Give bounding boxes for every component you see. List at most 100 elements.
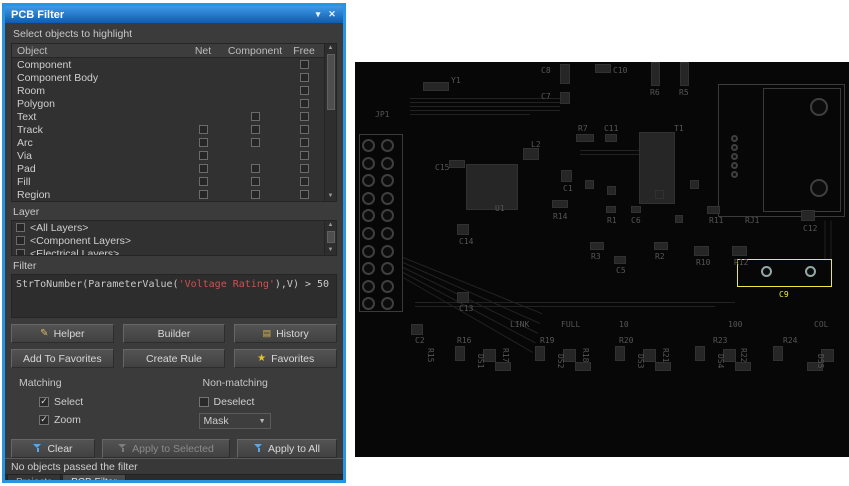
component-checkbox[interactable] [251,138,260,147]
pcb-pad [731,162,738,169]
mask-dropdown[interactable]: Mask ▼ [199,413,271,429]
pcb-ref-label: R3 [591,252,601,261]
pcb-pad [810,179,828,197]
panel-titlebar[interactable]: PCB Filter ▾ ✕ [5,6,343,23]
close-icon[interactable]: ✕ [325,9,339,20]
pcb-ref-label: R6 [650,88,660,97]
free-checkbox[interactable] [300,151,309,160]
checkbox-label: Deselect [214,396,255,408]
net-checkbox[interactable] [199,138,208,147]
zoom-checkbox[interactable]: ✓Zoom [39,412,197,427]
net-checkbox[interactable] [199,164,208,173]
free-checkbox[interactable] [300,164,309,173]
apply-to-all-button[interactable]: Apply to All [237,439,337,458]
pcb-component [735,362,751,371]
object-row-label: Room [12,85,181,97]
object-row: Component [12,58,336,71]
history-button[interactable]: ▤ History [234,324,337,343]
free-checkbox[interactable] [300,86,309,95]
pcb-component [423,82,449,91]
create-rule-button[interactable]: Create Rule [123,349,226,368]
tab-projects[interactable]: Projects [7,475,61,483]
button-label: History [276,328,309,340]
free-checkbox[interactable] [300,125,309,134]
layer-list-item[interactable]: <Electrical Layers> [12,247,336,256]
pcb-pad [731,153,738,160]
free-checkbox[interactable] [300,190,309,199]
tab-pcb-filter[interactable]: PCB Filter [62,475,126,483]
filter-expression-input[interactable]: StrToNumber(ParameterValue('Voltage Rati… [11,274,337,318]
net-checkbox[interactable] [199,125,208,134]
section-label: Select objects to highlight [5,23,343,43]
object-row-label: Pad [12,163,181,175]
scroll-thumb[interactable] [327,54,335,110]
pcb-component [615,346,625,361]
component-checkbox[interactable] [251,190,260,199]
pcb-pad [362,262,375,275]
deselect-checkbox[interactable]: Deselect [199,394,335,409]
object-row: Track [12,123,336,136]
component-checkbox[interactable] [251,112,260,121]
pcb-pad [362,139,375,152]
button-label: Favorites [271,353,314,365]
component-checkbox[interactable] [251,164,260,173]
free-checkbox[interactable] [300,138,309,147]
component-checkbox[interactable] [251,177,260,186]
component-checkbox[interactable] [251,125,260,134]
scroll-down-icon[interactable]: ▼ [328,246,334,255]
pcb-ref-label: R19 [540,336,554,345]
net-checkbox[interactable] [199,151,208,160]
pcb-pad [810,98,828,116]
filter-expr-suffix: ),V) > 50 [275,279,329,290]
layer-list-item[interactable]: <All Layers> [12,221,336,234]
layer-checkbox[interactable] [16,223,25,232]
checkbox-icon: ✓ [39,415,49,425]
pcb-pad [362,157,375,170]
clear-button[interactable]: Clear [11,439,95,458]
net-checkbox[interactable] [199,190,208,199]
select-checkbox[interactable]: ✓Select [39,394,197,409]
free-checkbox[interactable] [300,60,309,69]
pcb-trace [825,221,826,261]
pcb-component [455,346,465,361]
free-checkbox[interactable] [300,73,309,82]
pcb-pad-highlighted [805,266,816,277]
panel-menu-icon[interactable]: ▾ [311,9,325,20]
pcb-component [773,346,783,361]
pcb-trace [410,106,560,107]
free-checkbox[interactable] [300,99,309,108]
object-row-label: Arc [12,137,181,149]
free-checkbox[interactable] [300,177,309,186]
pcb-component [552,200,568,208]
layer-list-item[interactable]: <Component Layers> [12,234,336,247]
pcb-view[interactable]: Y1C8C10R6R5C7JP1R7C11T1L2C15C1U1R14R1C6R… [355,62,849,457]
scroll-down-icon[interactable]: ▼ [328,192,334,201]
pcb-component [585,180,594,189]
scroll-up-icon[interactable]: ▲ [328,221,334,230]
status-bar: No objects passed the filter [5,458,343,474]
pcb-trace [410,114,530,115]
helper-button[interactable]: ✎ Helper [11,324,114,343]
pcb-component [675,215,683,223]
scroll-thumb[interactable] [327,231,335,243]
layer-list-scrollbar[interactable]: ▲ ▼ [324,221,336,255]
layer-checkbox[interactable] [16,249,25,256]
layer-checkbox[interactable] [16,236,25,245]
pcb-ref-label: FULL [561,320,580,329]
add-to-favorites-button[interactable]: Add To Favorites [11,349,114,368]
checkbox-icon: ✓ [39,397,49,407]
builder-button[interactable]: Builder [123,324,226,343]
pcb-ref-label: R5 [679,88,689,97]
pcb-pad [381,192,394,205]
pcb-trace [410,110,560,111]
scroll-up-icon[interactable]: ▲ [328,44,334,53]
pcb-ref-label: R17 [501,348,510,362]
favorites-button[interactable]: ★ Favorites [234,349,337,368]
object-table-scrollbar[interactable]: ▲ ▼ [324,44,336,201]
apply-to-selected-button[interactable]: Apply to Selected [102,439,230,458]
free-checkbox[interactable] [300,112,309,121]
object-row-label: Via [12,150,181,162]
pcb-trace [410,102,560,103]
pcb-ref-label: 100 [728,320,742,329]
net-checkbox[interactable] [199,177,208,186]
